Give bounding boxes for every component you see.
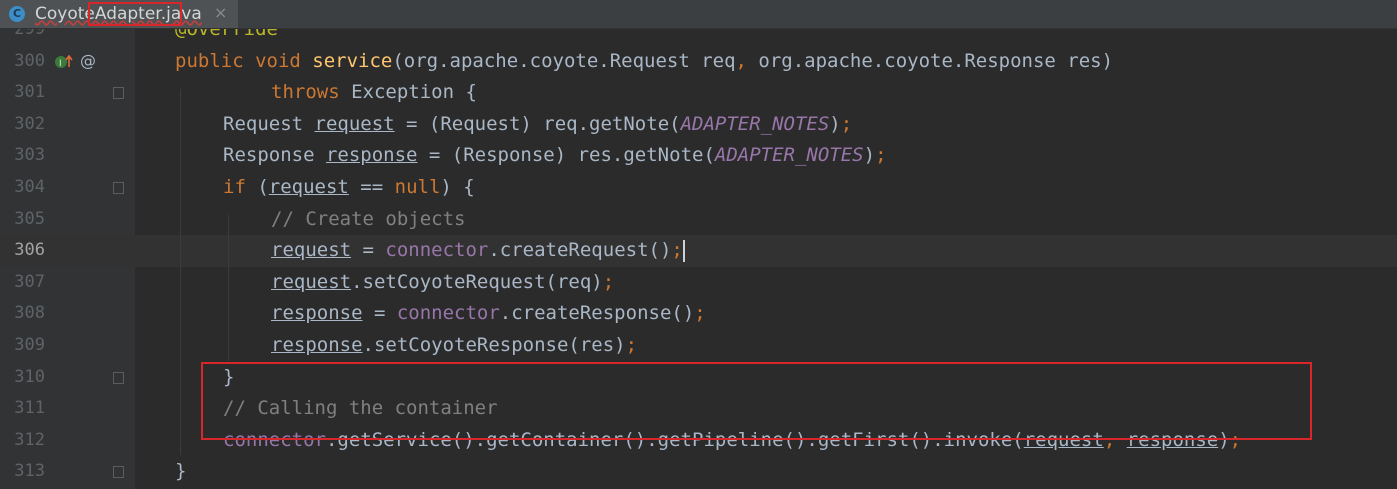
code-line: 309 response.setCoyoteResponse(res); [0,330,1397,362]
line-number: 309 [14,335,45,355]
close-icon[interactable]: × [214,3,227,22]
line-number: 304 [14,177,45,197]
java-class-icon: C [9,6,25,22]
fold-icon[interactable] [113,371,124,384]
text-caret [682,239,685,262]
fold-icon[interactable] [113,466,124,479]
line-number: 313 [14,461,45,482]
line-number: 302 [14,113,45,134]
code-text: response.setCoyoteResponse(res); [271,334,638,356]
code-line: 313 } [0,456,1397,488]
code-line: 307 request.setCoyoteRequest(req); [0,267,1397,299]
indent-guide [228,215,229,361]
code-line: 304 if (request == null) { [0,172,1397,204]
line-number: 303 [14,145,45,166]
code-line: 305 // Create objects [0,204,1397,236]
line-number: 307 [14,271,45,292]
code-text: if (request == null) { [223,176,475,198]
code-text: Request request = (Request) req.getNote(… [223,112,853,135]
code-line-current: 306 request = connector.createRequest(); [0,235,1397,267]
code-line: 301 throws Exception { [0,77,1397,109]
code-line: 303 Response response = (Response) res.g… [0,140,1397,172]
line-number: 308 [14,303,45,324]
annotation-highlight-box [201,362,1312,440]
code-line: 302 Request request = (Request) req.getN… [0,109,1397,141]
fold-icon[interactable] [113,87,124,100]
svg-text:I: I [59,59,62,69]
fold-icon[interactable] [113,182,124,194]
line-number: 301 [14,82,45,103]
annotation-icon: @ [80,50,96,70]
override-method-icon[interactable]: I [54,53,74,74]
code-text: response = connector.createResponse(); [271,302,706,325]
line-number: 300 [14,50,45,71]
code-text: Response response = (Response) res.getNo… [223,144,887,167]
line-number: 299 [14,29,45,39]
indent-guide [180,89,181,455]
code-text: public void service(org.apache.coyote.Re… [175,49,1114,72]
editor-tab-bar: C CoyoteAdapter.java × [0,0,1397,29]
code-text: @Override [175,29,278,40]
line-number: 306 [14,240,45,261]
code-text: throws Exception { [271,81,477,104]
code-comment: // Create objects [271,207,466,230]
line-number: 311 [14,398,45,419]
line-number: 310 [14,366,45,387]
code-text: } [175,460,187,483]
code-line: 299 @Override [0,29,1397,46]
annotation-highlight-tab [88,2,182,26]
line-number: 312 [14,429,45,450]
line-number: 305 [14,208,45,229]
code-line: 308 response = connector.createResponse(… [0,298,1397,330]
code-text: request = connector.createRequest(); [271,239,685,262]
code-line: 300 I @ public void service(org.apache.c… [0,46,1397,78]
code-text: request.setCoyoteRequest(req); [271,270,615,293]
